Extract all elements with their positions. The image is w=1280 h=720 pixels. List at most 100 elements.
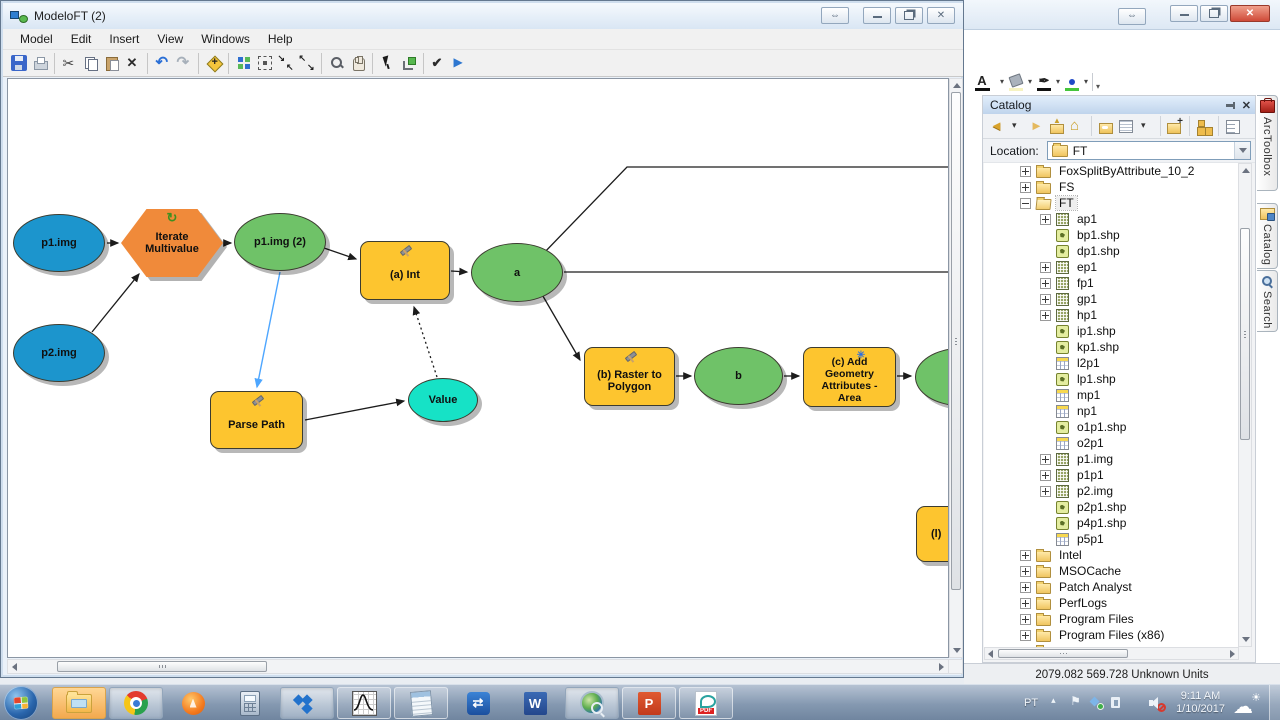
catalog-toolbar-button[interactable] (1160, 116, 1185, 136)
expander-icon[interactable] (1040, 485, 1051, 497)
tree-item-label[interactable]: Intel (1056, 548, 1085, 562)
model-close-button[interactable]: ✕ (927, 7, 955, 24)
tree-item-label[interactable]: fp1 (1074, 276, 1097, 290)
menu-item[interactable]: Windows (192, 30, 259, 48)
taskbar-app-curve-plotter[interactable] (337, 687, 391, 719)
model-node-b[interactable]: b (694, 347, 783, 405)
tree-item-label[interactable]: hp1 (1074, 308, 1100, 322)
model-node-p1-img-2[interactable]: p1.img (2) (234, 213, 326, 271)
tree-item-label[interactable]: mp1 (1074, 388, 1103, 402)
toolbar-button[interactable] (198, 52, 224, 74)
menu-item[interactable]: Model (11, 30, 62, 48)
tree-item-label[interactable]: gp1 (1074, 292, 1100, 306)
model-node-p2-img[interactable]: p2.img (13, 324, 105, 382)
tree-row[interactable]: Program Files (984, 611, 1239, 627)
tree-row[interactable]: lp1.shp (984, 371, 1239, 387)
expander-icon[interactable] (1020, 613, 1031, 625)
tree-item-label[interactable]: ep1 (1074, 260, 1100, 274)
tree-item-label[interactable]: p2.img (1074, 484, 1116, 498)
catalog-toolbar-button[interactable] (1136, 116, 1156, 136)
toolbar-button[interactable] (173, 53, 194, 74)
expander-icon[interactable] (1040, 469, 1051, 481)
toolbar-button[interactable] (8, 53, 29, 74)
toolbar-button[interactable] (29, 53, 50, 74)
tree-row[interactable]: PerfLogs (984, 595, 1239, 611)
catalog-toolbar-button[interactable] (1091, 116, 1116, 136)
tree-row[interactable]: p1p1 (984, 467, 1239, 483)
tree-item-label[interactable]: l2p1 (1074, 356, 1103, 370)
toolbar-overflow-icon[interactable]: ▾ (1092, 72, 1103, 91)
taskbar-app-teamviewer[interactable]: ⇄ (451, 687, 505, 719)
pin-icon[interactable] (1224, 99, 1236, 111)
volume-muted-icon[interactable] (1148, 695, 1167, 712)
expander-icon[interactable] (1020, 597, 1031, 609)
toolbar-button[interactable] (147, 52, 173, 74)
tree-item-label[interactable]: MSOCache (1056, 564, 1124, 578)
tree-row[interactable]: p2.img (984, 483, 1239, 499)
tree-row[interactable]: ep1 (984, 259, 1239, 275)
taskbar-app-dropbox[interactable] (280, 687, 334, 719)
catalog-toolbar-button[interactable] (1047, 116, 1067, 136)
tab-catalog[interactable]: Catalog (1257, 203, 1278, 269)
canvas-vscroll-thumb[interactable] (951, 92, 961, 590)
model-node-p1-img[interactable]: p1.img (13, 214, 105, 272)
tree-item-label[interactable]: o2p1 (1074, 436, 1107, 450)
canvas-vertical-scrollbar[interactable] (949, 78, 963, 658)
toolbar-button[interactable] (54, 52, 80, 74)
taskbar-app-pdf-reader[interactable]: PDF (679, 687, 733, 719)
expander-icon[interactable] (1020, 165, 1031, 177)
tree-row[interactable]: Intel (984, 547, 1239, 563)
tree-item-label[interactable]: FoxSplitByAttribute_10_2 (1056, 164, 1197, 178)
tab-arctoolbox[interactable]: ArcToolbox (1257, 95, 1278, 191)
tree-vscroll-thumb[interactable] (1240, 228, 1250, 440)
tree-row[interactable]: Patch Analyst (984, 579, 1239, 595)
power-plan-icon[interactable] (1108, 695, 1124, 711)
model-node-add-geometry-attributes[interactable]: ✳ (c) Add Geometry Attributes - Area (803, 347, 896, 407)
toolbar-button[interactable] (321, 52, 347, 74)
close-icon[interactable]: ✕ (1242, 99, 1251, 112)
marker-color-dropdown[interactable]: ▾ (1084, 77, 1088, 86)
model-node-a-int[interactable]: (a) Int (360, 241, 450, 300)
tree-row[interactable]: fp1 (984, 275, 1239, 291)
tree-row[interactable]: np1 (984, 403, 1239, 419)
combobox-dropdown[interactable] (1234, 142, 1250, 159)
toolbar-button[interactable] (372, 52, 398, 74)
start-button[interactable] (4, 686, 38, 720)
tree-row[interactable]: dp1.shp (984, 243, 1239, 259)
tree-item-label[interactable]: p4p1.shp (1074, 516, 1129, 530)
tree-row[interactable]: MSOCache (984, 563, 1239, 579)
model-restore-button[interactable] (895, 7, 923, 24)
taskbar-app-powerpoint[interactable]: P (622, 687, 676, 719)
tree-item-label[interactable]: kp1.shp (1074, 340, 1122, 354)
arcmap-close-button[interactable]: ✕ (1230, 5, 1270, 22)
tree-item-label[interactable]: p1.img (1074, 452, 1116, 466)
clock[interactable]: 9:11 AM 1/10/2017 (1176, 690, 1225, 716)
dropbox-sync-icon[interactable] (1088, 695, 1105, 711)
catalog-header[interactable]: Catalog ✕ (983, 96, 1255, 114)
tree-item-label[interactable]: FT (1055, 195, 1078, 211)
tree-row[interactable]: bp1.shp (984, 227, 1239, 243)
model-node-value[interactable]: Value (408, 378, 478, 422)
taskbar-app-avast[interactable] (166, 687, 220, 719)
scroll-right-icon[interactable] (1230, 650, 1235, 658)
taskbar-app-notepad[interactable] (394, 687, 448, 719)
toolbar-button[interactable] (80, 53, 101, 74)
scroll-up-icon[interactable] (1242, 168, 1250, 173)
arcmap-minimize-button[interactable] (1170, 5, 1198, 22)
toolbar-button[interactable] (228, 52, 254, 74)
model-canvas[interactable]: p1.img p2.img Iterate Multivalue ↻ p1.im… (7, 78, 949, 658)
toolbar-button[interactable] (101, 53, 122, 74)
tree-item-label[interactable]: FS (1056, 180, 1077, 194)
tree-row[interactable]: p1.img (984, 451, 1239, 467)
expander-icon[interactable] (1020, 549, 1031, 561)
tree-item-label[interactable]: p5p1 (1074, 532, 1107, 546)
expander-icon[interactable] (1040, 261, 1051, 273)
toolbar-button[interactable] (398, 53, 419, 74)
catalog-toolbar-button[interactable] (1218, 116, 1243, 136)
tree-horizontal-scrollbar[interactable] (984, 647, 1239, 660)
tab-search[interactable]: Search (1257, 270, 1278, 332)
scroll-left-icon[interactable] (988, 650, 993, 658)
model-node-iterate-multivalue[interactable]: Iterate Multivalue ↻ (121, 209, 223, 277)
taskbar-app-calculator[interactable] (223, 687, 277, 719)
arcmap-restore-button[interactable] (1200, 5, 1228, 22)
